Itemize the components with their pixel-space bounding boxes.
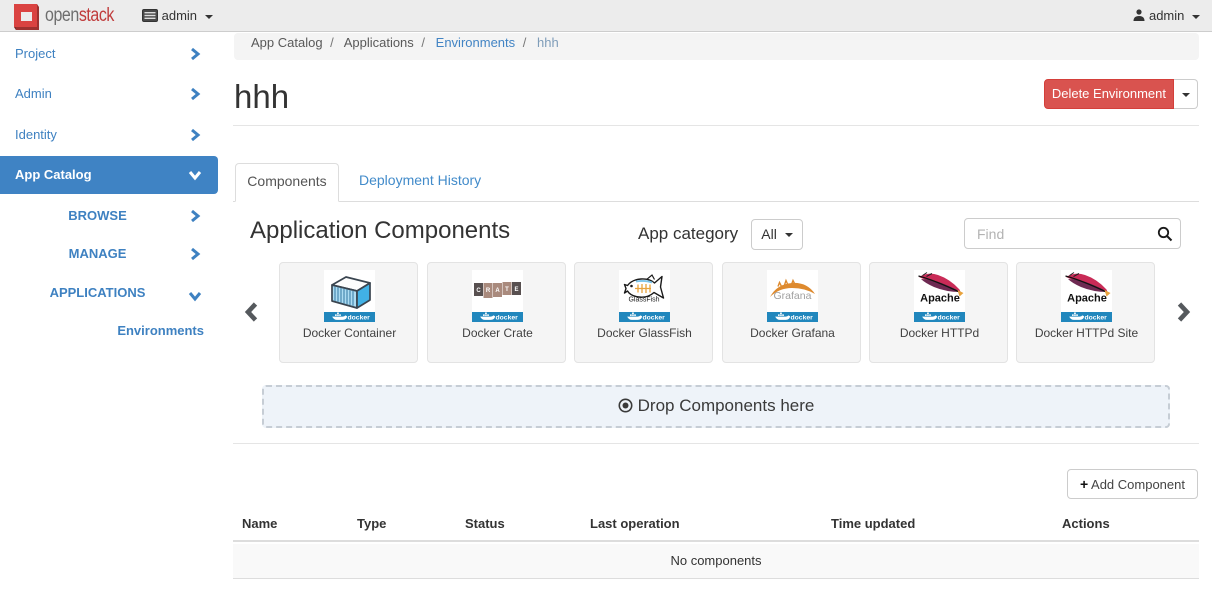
svg-text:A: A [495, 288, 500, 294]
svg-text:Grafana: Grafana [774, 290, 812, 302]
svg-text:R: R [486, 288, 491, 294]
svg-text:E: E [514, 287, 518, 293]
svg-text:GlassFish: GlassFish [628, 297, 659, 304]
svg-text:Apache: Apache [1067, 293, 1107, 305]
svg-text:C: C [476, 288, 481, 294]
svg-text:T: T [505, 287, 509, 293]
svg-text:Apache: Apache [920, 293, 960, 305]
